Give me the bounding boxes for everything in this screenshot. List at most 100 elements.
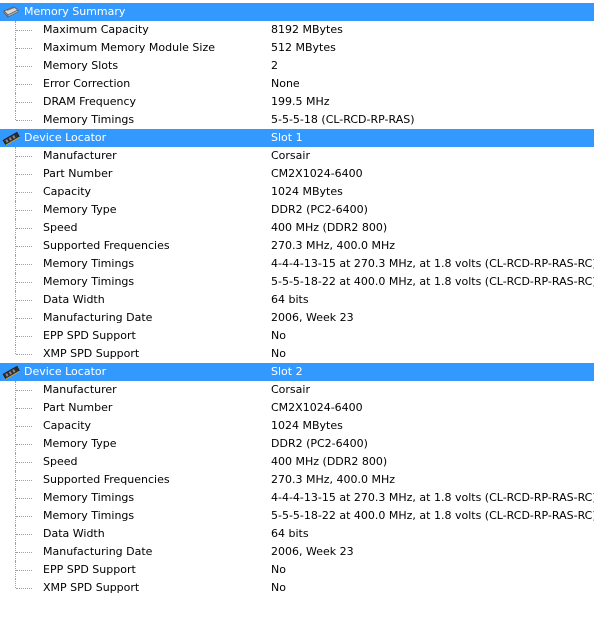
property-label: Supported Frequencies <box>43 239 170 252</box>
property-row[interactable]: Memory Timings 5-5-5-18-22 at 400.0 MHz, … <box>0 273 594 291</box>
property-row[interactable]: EPP SPD Support No <box>0 561 594 579</box>
property-label: Part Number <box>43 167 113 180</box>
property-value: 199.5 MHz <box>271 95 330 108</box>
tree-branch-line <box>16 462 32 463</box>
property-value: No <box>271 563 286 576</box>
property-value: 5-5-5-18 (CL-RCD-RP-RAS) <box>271 113 415 126</box>
property-label: Manufacturer <box>43 149 117 162</box>
property-label: Memory Slots <box>43 59 119 72</box>
property-label: Maximum Memory Module Size <box>43 41 216 54</box>
property-row[interactable]: Memory Type DDR2 (PC2-6400) <box>0 201 594 219</box>
property-label: Capacity <box>43 419 92 432</box>
tree-branch-line <box>16 264 32 265</box>
property-value: 270.3 MHz, 400.0 MHz <box>271 473 396 486</box>
property-label: Capacity <box>43 185 92 198</box>
tree-branch-line <box>16 300 32 301</box>
tree-branch-line <box>16 30 32 31</box>
section-header[interactable]: Memory Summary <box>0 3 594 21</box>
property-value: CM2X1024-6400 <box>271 401 363 414</box>
property-label: Data Width <box>43 293 105 306</box>
tree-branch-line <box>16 390 32 391</box>
property-label: Memory Type <box>43 437 117 450</box>
section-header[interactable]: Device Locator Slot 2 <box>0 363 594 381</box>
property-label: Speed <box>43 221 78 234</box>
tree-branch-line <box>16 480 32 481</box>
property-row[interactable]: Memory Timings 4-4-4-13-15 at 270.3 MHz, … <box>0 255 594 273</box>
tree-branch-line <box>16 48 32 49</box>
property-value: CM2X1024-6400 <box>271 167 363 180</box>
tree-branch-line <box>16 588 32 589</box>
tree-branch-line <box>16 552 32 553</box>
property-label: Manufacturing Date <box>43 311 153 324</box>
property-row[interactable]: Memory Slots 2 <box>0 57 594 75</box>
property-label: Speed <box>43 455 78 468</box>
property-row[interactable]: Capacity 1024 MBytes <box>0 183 594 201</box>
tree-branch-line <box>16 192 32 193</box>
memory-info-tree: Memory Summary Maximum Capacity 8192 MByte… <box>0 3 594 597</box>
section-header-label: Device Locator <box>24 365 107 378</box>
property-row[interactable]: Manufacturer Corsair <box>0 147 594 165</box>
property-value: 1024 MBytes <box>271 185 343 198</box>
tree-branch-line <box>16 84 32 85</box>
property-value: DDR2 (PC2-6400) <box>271 203 368 216</box>
property-row[interactable]: Manufacturing Date 2006, Week 23 <box>0 543 594 561</box>
tree-connector-line <box>15 345 16 354</box>
property-row[interactable]: Maximum Capacity 8192 MBytes <box>0 21 594 39</box>
property-label: Memory Timings <box>43 509 135 522</box>
property-row[interactable]: Supported Frequencies 270.3 MHz, 400.0 MH… <box>0 237 594 255</box>
property-row[interactable]: Memory Type DDR2 (PC2-6400) <box>0 435 594 453</box>
tree-branch-line <box>16 282 32 283</box>
property-value: Corsair <box>271 383 310 396</box>
property-value: No <box>271 581 286 594</box>
property-row[interactable]: Memory Timings 4-4-4-13-15 at 270.3 MHz, … <box>0 489 594 507</box>
property-label: Supported Frequencies <box>43 473 170 486</box>
property-label: Memory Timings <box>43 491 135 504</box>
property-value: 400 MHz (DDR2 800) <box>271 221 388 234</box>
property-row[interactable]: Maximum Memory Module Size 512 MBytes <box>0 39 594 57</box>
property-row[interactable]: Part Number CM2X1024-6400 <box>0 399 594 417</box>
section-header-value: Slot 2 <box>271 365 303 378</box>
ram-stick-icon <box>2 131 20 146</box>
property-label: Memory Timings <box>43 113 135 126</box>
property-row[interactable]: Error Correction None <box>0 75 594 93</box>
property-label: Manufacturer <box>43 383 117 396</box>
property-value: DDR2 (PC2-6400) <box>271 437 368 450</box>
property-value: 64 bits <box>271 293 309 306</box>
property-row[interactable]: DRAM Frequency 199.5 MHz <box>0 93 594 111</box>
property-row[interactable]: Supported Frequencies 270.3 MHz, 400.0 MH… <box>0 471 594 489</box>
property-value: 2006, Week 23 <box>271 311 354 324</box>
property-row[interactable]: XMP SPD Support No <box>0 579 594 597</box>
property-label: XMP SPD Support <box>43 581 140 594</box>
property-value: 64 bits <box>271 527 309 540</box>
property-row[interactable]: Data Width 64 bits <box>0 525 594 543</box>
property-row[interactable]: Memory Timings 5-5-5-18 (CL-RCD-RP-RAS) <box>0 111 594 129</box>
property-value: No <box>271 347 286 360</box>
tree-branch-line <box>16 426 32 427</box>
property-value: 8192 MBytes <box>271 23 343 36</box>
property-label: EPP SPD Support <box>43 563 136 576</box>
property-row[interactable]: Part Number CM2X1024-6400 <box>0 165 594 183</box>
memory-module-icon <box>2 5 20 19</box>
property-value: 400 MHz (DDR2 800) <box>271 455 388 468</box>
property-label: XMP SPD Support <box>43 347 140 360</box>
property-row[interactable]: Data Width 64 bits <box>0 291 594 309</box>
property-row[interactable]: Speed 400 MHz (DDR2 800) <box>0 219 594 237</box>
tree-branch-line <box>16 318 32 319</box>
property-value: 4-4-4-13-15 at 270.3 MHz, at 1.8 volts (… <box>271 257 594 270</box>
property-row[interactable]: EPP SPD Support No <box>0 327 594 345</box>
property-row[interactable]: Capacity 1024 MBytes <box>0 417 594 435</box>
tree-branch-line <box>16 516 32 517</box>
property-label: Part Number <box>43 401 113 414</box>
property-row[interactable]: XMP SPD Support No <box>0 345 594 363</box>
property-value: Corsair <box>271 149 310 162</box>
ram-stick-icon <box>2 365 20 380</box>
section-header-value: Slot 1 <box>271 131 303 144</box>
property-row[interactable]: Speed 400 MHz (DDR2 800) <box>0 453 594 471</box>
property-row[interactable]: Manufacturing Date 2006, Week 23 <box>0 309 594 327</box>
section-header[interactable]: Device Locator Slot 1 <box>0 129 594 147</box>
property-row[interactable]: Memory Timings 5-5-5-18-22 at 400.0 MHz, … <box>0 507 594 525</box>
tree-branch-line <box>16 570 32 571</box>
tree-branch-line <box>16 174 32 175</box>
tree-connector-line <box>15 579 16 588</box>
property-row[interactable]: Manufacturer Corsair <box>0 381 594 399</box>
